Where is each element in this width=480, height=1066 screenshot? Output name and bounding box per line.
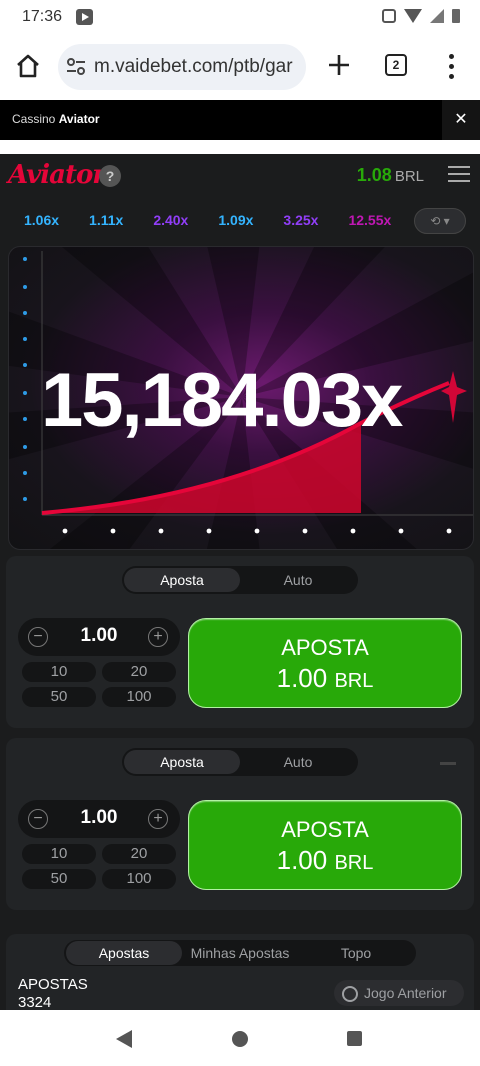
history-multiplier[interactable]: 12.55x	[348, 212, 391, 228]
bet-button-currency: BRL	[334, 670, 374, 692]
tab-auto[interactable]: Auto	[240, 750, 356, 774]
game-canvas: 15,184.03x	[8, 246, 474, 550]
signal-icon	[430, 9, 444, 23]
battery-icon	[452, 9, 460, 23]
bet-amount-stepper: − 1.00 +	[18, 800, 180, 838]
quick-amount-50[interactable]: 50	[22, 687, 96, 707]
close-game-button[interactable]: ✕	[442, 100, 480, 140]
place-bet-button[interactable]: APOSTA 1.00 BRL	[188, 800, 462, 890]
bets-list-tabs: Apostas Minhas Apostas Topo	[64, 940, 416, 966]
game-header: Aviator ? 1.08 BRL	[0, 154, 480, 196]
bets-count: 3324	[18, 994, 52, 1011]
bet-mode-toggle: Aposta Auto	[122, 566, 358, 594]
bet-amount-stepper: − 1.00 +	[18, 618, 180, 656]
status-bar: 17:36	[0, 0, 480, 34]
divider	[0, 140, 480, 154]
history-list: 1.06x 1.11x 2.40x 1.09x 3.25x 12.55x	[24, 212, 404, 228]
quick-amount-10[interactable]: 10	[22, 844, 96, 864]
decrease-amount-button[interactable]: −	[28, 809, 48, 829]
play-store-icon	[76, 9, 93, 25]
casino-title: Cassino Aviator	[12, 112, 100, 126]
bet-amount-input[interactable]: 1.00	[68, 807, 130, 829]
previous-game-label: Jogo Anterior	[364, 985, 447, 1001]
status-time: 17:36	[22, 8, 63, 25]
tab-aposta[interactable]: Aposta	[124, 750, 240, 774]
quick-amount-100[interactable]: 100	[102, 687, 176, 707]
url-text: m.vaidebet.com/ptb/gar	[94, 56, 293, 77]
balance-currency: BRL	[394, 168, 424, 185]
casino-title-prefix: Cassino	[12, 112, 56, 126]
tab-auto[interactable]: Auto	[240, 568, 356, 592]
more-options-icon[interactable]	[446, 52, 456, 80]
history-multiplier[interactable]: 1.11x	[89, 212, 123, 228]
decrease-amount-button[interactable]: −	[28, 627, 48, 647]
history-multiplier[interactable]: 1.06x	[24, 212, 59, 228]
history-multiplier[interactable]: 3.25x	[283, 212, 318, 228]
current-multiplier: 15,184.03x	[41, 358, 403, 443]
quick-amount-50[interactable]: 50	[22, 869, 96, 889]
history-icon	[342, 986, 358, 1003]
tab-aposta[interactable]: Aposta	[124, 568, 240, 592]
remove-panel-button[interactable]	[440, 762, 456, 765]
home-icon[interactable]	[14, 52, 42, 80]
bet-button-label: APOSTA	[281, 817, 369, 842]
airplane-icon	[441, 371, 467, 423]
back-icon[interactable]	[116, 1030, 132, 1048]
recent-apps-icon[interactable]	[347, 1031, 362, 1046]
place-bet-button[interactable]: APOSTA 1.00 BRL	[188, 618, 462, 708]
previous-game-button[interactable]: Jogo Anterior	[334, 980, 464, 1006]
balance-amount: 1.08	[356, 165, 392, 185]
help-button[interactable]: ?	[99, 165, 121, 187]
quick-amount-20[interactable]: 20	[102, 662, 176, 682]
history-multiplier[interactable]: 2.40x	[153, 212, 188, 228]
increase-amount-button[interactable]: +	[148, 809, 168, 829]
aviator-logo: Aviator	[8, 160, 106, 190]
vibrate-icon	[382, 9, 396, 23]
new-tab-icon[interactable]	[324, 50, 354, 80]
quick-amount-100[interactable]: 100	[102, 869, 176, 889]
bet-amount-input[interactable]: 1.00	[68, 625, 130, 647]
bets-label: APOSTAS	[18, 976, 88, 993]
history-toggle-button[interactable]: ⟲ ▾	[414, 208, 466, 234]
bet-button-label: APOSTA	[281, 635, 369, 660]
wifi-icon	[404, 9, 422, 23]
tab-topo[interactable]: Topo	[298, 941, 414, 965]
history-multiplier[interactable]: 1.09x	[218, 212, 253, 228]
bet-button-amount: 1.00 BRL	[189, 663, 461, 694]
address-bar[interactable]: m.vaidebet.com/ptb/gar	[58, 44, 306, 90]
site-settings-icon[interactable]	[66, 58, 86, 76]
balance-display: 1.08 BRL	[357, 165, 424, 186]
bets-list-panel: Apostas Minhas Apostas Topo APOSTAS 3324…	[6, 934, 474, 1014]
bet-panel-2: Aposta Auto − 1.00 + 10 20 50 100 APOSTA…	[6, 738, 474, 910]
bet-panel-1: Aposta Auto − 1.00 + 10 20 50 100 APOSTA…	[6, 556, 474, 728]
tab-switcher-button[interactable]: 2	[385, 54, 407, 76]
bet-button-value: 1.00	[276, 663, 328, 693]
bet-mode-toggle: Aposta Auto	[122, 748, 358, 776]
increase-amount-button[interactable]: +	[148, 627, 168, 647]
multiplier-history: 1.06x 1.11x 2.40x 1.09x 3.25x 12.55x ⟲ ▾	[0, 200, 480, 240]
y-axis-dots	[23, 257, 27, 501]
home-circle-icon[interactable]	[232, 1031, 248, 1047]
casino-header: Cassino Aviator ✕	[0, 100, 480, 140]
system-nav-bar	[0, 1010, 480, 1066]
hamburger-menu-icon[interactable]	[448, 166, 470, 184]
bet-button-amount: 1.00 BRL	[189, 845, 461, 876]
browser-toolbar: m.vaidebet.com/ptb/gar 2	[0, 34, 480, 100]
bet-button-value: 1.00	[276, 845, 328, 875]
tab-apostas[interactable]: Apostas	[66, 941, 182, 965]
bet-button-currency: BRL	[334, 852, 374, 874]
quick-amount-20[interactable]: 20	[102, 844, 176, 864]
casino-title-game: Aviator	[58, 112, 100, 126]
tab-minhas-apostas[interactable]: Minhas Apostas	[182, 941, 298, 965]
quick-amount-10[interactable]: 10	[22, 662, 96, 682]
